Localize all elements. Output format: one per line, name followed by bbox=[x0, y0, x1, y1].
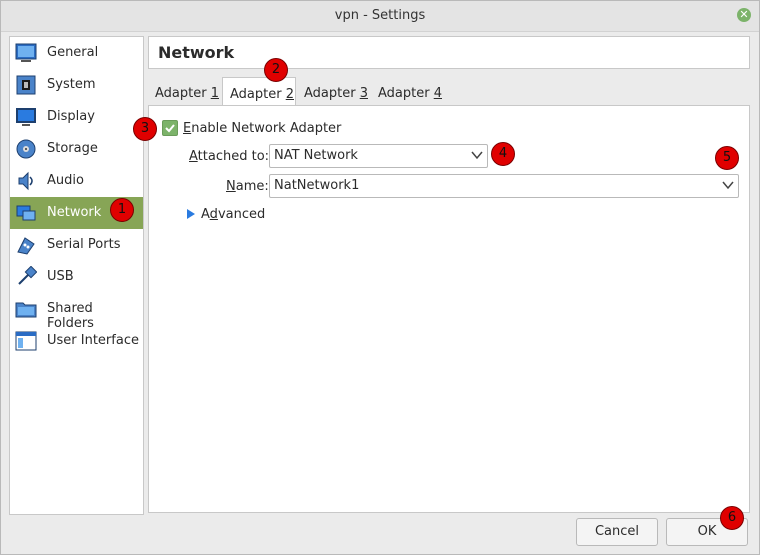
annotation-marker-1: 1 bbox=[110, 198, 134, 222]
sidebar-item-label: Storage bbox=[47, 141, 98, 156]
label-text: ame: bbox=[235, 179, 269, 194]
tab-label: Adapter bbox=[155, 86, 211, 101]
sidebar-item-label: Network bbox=[47, 205, 102, 220]
sidebar-item-label: User Interface bbox=[47, 333, 139, 348]
shared-folders-icon bbox=[15, 302, 37, 318]
tab-shortcut: 1 bbox=[210, 86, 219, 101]
system-icon bbox=[16, 75, 36, 95]
sidebar-item-general[interactable]: General bbox=[10, 37, 143, 69]
close-icon[interactable]: ✕ bbox=[737, 8, 751, 22]
sidebar-item-display[interactable]: Display bbox=[10, 101, 143, 133]
sidebar-item-shared-folders[interactable]: Shared Folders bbox=[10, 293, 143, 331]
tab-shortcut: 3 bbox=[359, 86, 368, 101]
sidebar-item-storage[interactable]: Storage bbox=[10, 133, 143, 165]
annotation-marker-6: 6 bbox=[720, 506, 744, 530]
tab-adapter-2[interactable]: Adapter 2 bbox=[222, 77, 296, 107]
sidebar-item-label: Serial Ports bbox=[47, 237, 121, 252]
audio-icon bbox=[18, 171, 33, 191]
attached-to-select[interactable]: NAT Network bbox=[269, 144, 488, 168]
annotation-marker-2: 2 bbox=[264, 58, 288, 82]
annotation-marker-3: 3 bbox=[133, 117, 157, 141]
page-title: Network bbox=[158, 43, 235, 62]
enable-adapter-label[interactable]: Enable Network Adapter bbox=[183, 121, 341, 136]
title-bar: vpn - Settings ✕ bbox=[1, 1, 759, 32]
section-header: Network bbox=[148, 36, 750, 69]
sidebar-item-usb[interactable]: USB bbox=[10, 261, 143, 293]
advanced-toggle[interactable]: Advanced bbox=[201, 207, 265, 222]
tab-label: Adapter bbox=[230, 87, 286, 102]
name-label: Name: bbox=[226, 179, 269, 194]
attached-to-label: Attached to: bbox=[189, 149, 269, 164]
shortcut-letter: E bbox=[183, 121, 192, 136]
annotation-marker-5: 5 bbox=[715, 146, 739, 170]
label-text: ttached to: bbox=[197, 149, 270, 164]
sidebar-item-label: System bbox=[47, 77, 96, 92]
network-name-select[interactable]: NatNetwork1 bbox=[269, 174, 739, 198]
shortcut-letter: N bbox=[226, 179, 236, 194]
window-title: vpn - Settings bbox=[334, 8, 426, 23]
check-icon bbox=[165, 124, 175, 133]
sidebar-item-label: Display bbox=[47, 109, 95, 124]
label-text: vanced bbox=[217, 207, 266, 222]
shortcut-letter: A bbox=[189, 149, 198, 164]
serial-ports-icon bbox=[17, 237, 35, 255]
tab-shortcut: 4 bbox=[433, 86, 442, 101]
display-icon bbox=[16, 108, 36, 126]
cancel-button[interactable]: Cancel bbox=[576, 518, 658, 546]
tab-label: Adapter bbox=[304, 86, 360, 101]
label-text: A bbox=[201, 207, 210, 222]
chevron-down-icon bbox=[471, 151, 483, 160]
network-icon bbox=[16, 205, 36, 221]
sidebar-item-system[interactable]: System bbox=[10, 69, 143, 101]
sidebar-item-user-interface[interactable]: User Interface bbox=[10, 325, 143, 357]
attached-to-value: NAT Network bbox=[274, 148, 358, 163]
tab-shortcut: 2 bbox=[285, 87, 294, 102]
tab-adapter-1[interactable]: Adapter 1 bbox=[148, 79, 220, 103]
settings-sidebar: General System Display Storage Audio Net… bbox=[9, 36, 144, 515]
sidebar-item-audio[interactable]: Audio bbox=[10, 165, 143, 197]
enable-adapter-checkbox[interactable] bbox=[162, 120, 178, 136]
expand-triangle-icon[interactable] bbox=[186, 208, 196, 220]
chevron-down-icon bbox=[722, 181, 734, 190]
tab-label: Adapter bbox=[378, 86, 434, 101]
network-name-value: NatNetwork1 bbox=[274, 178, 360, 193]
usb-icon bbox=[18, 266, 37, 285]
label-text: nable Network Adapter bbox=[191, 121, 342, 136]
tab-adapter-4[interactable]: Adapter 4 bbox=[370, 79, 442, 103]
annotation-marker-4: 4 bbox=[491, 142, 515, 166]
sidebar-item-label: USB bbox=[47, 269, 74, 284]
sidebar-item-label: Audio bbox=[47, 173, 84, 188]
shortcut-letter: d bbox=[209, 207, 218, 222]
sidebar-item-serial-ports[interactable]: Serial Ports bbox=[10, 229, 143, 261]
tab-adapter-3[interactable]: Adapter 3 bbox=[296, 79, 368, 103]
sidebar-item-label: General bbox=[47, 45, 99, 60]
storage-icon bbox=[16, 139, 36, 159]
general-icon bbox=[15, 43, 37, 62]
user-interface-icon bbox=[15, 331, 37, 351]
